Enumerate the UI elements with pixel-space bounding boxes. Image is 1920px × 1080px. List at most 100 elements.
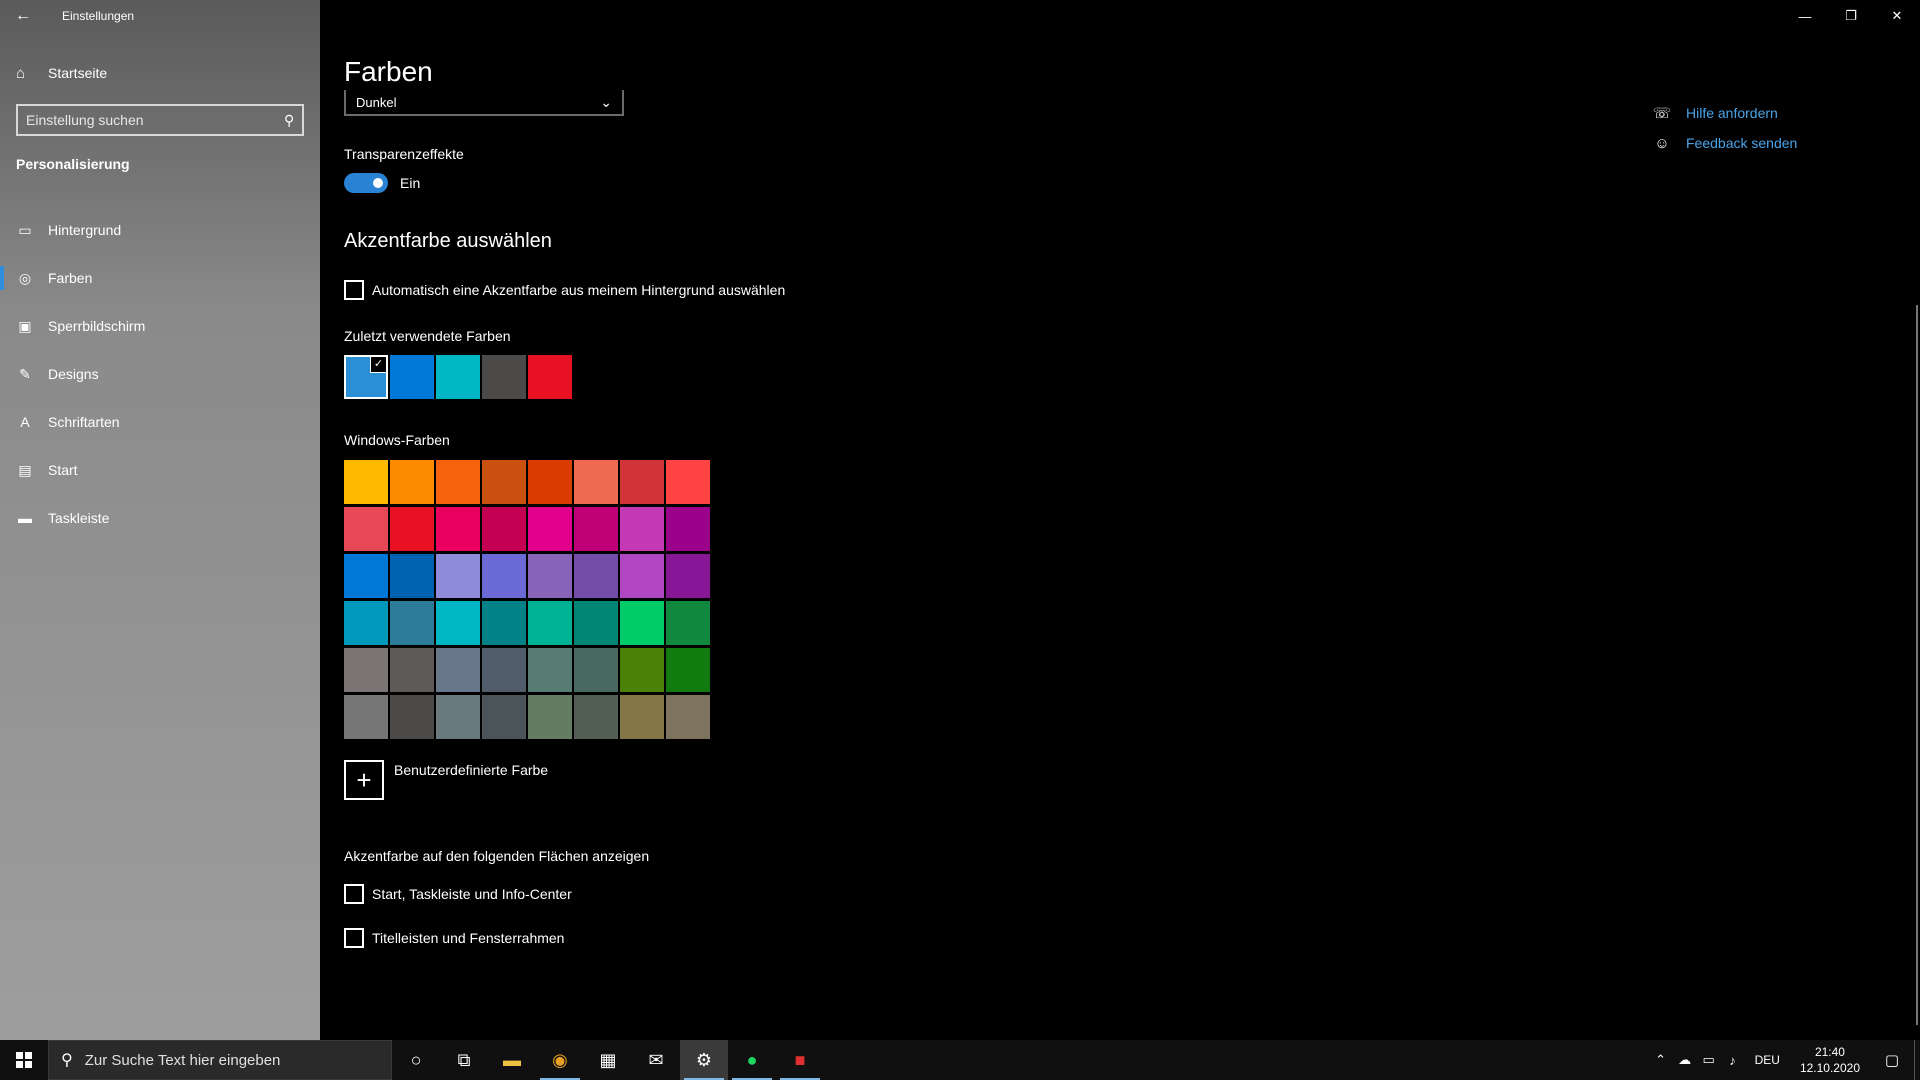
- taskbar-search-input[interactable]: [84, 1051, 365, 1069]
- windows-color-swatch[interactable]: [528, 554, 572, 598]
- search-icon[interactable]: ⚲: [284, 112, 294, 129]
- language-indicator[interactable]: DEU: [1755, 1053, 1780, 1067]
- windows-color-swatch[interactable]: [574, 648, 618, 692]
- windows-color-swatch[interactable]: [482, 460, 526, 504]
- windows-color-swatch[interactable]: [574, 507, 618, 551]
- windows-color-swatch[interactable]: [344, 695, 388, 739]
- windows-color-swatch[interactable]: [574, 460, 618, 504]
- action-center-button[interactable]: ▢: [1870, 1040, 1914, 1080]
- windows-color-swatch[interactable]: [436, 507, 480, 551]
- app-mode-dropdown[interactable]: Dunkel ⌄: [344, 90, 624, 116]
- volume-icon[interactable]: ♪: [1721, 1053, 1745, 1068]
- recent-color-swatch[interactable]: [528, 355, 572, 399]
- recent-color-swatch[interactable]: [390, 355, 434, 399]
- windows-color-swatch[interactable]: [620, 507, 664, 551]
- windows-color-swatch[interactable]: [344, 507, 388, 551]
- onedrive-cloud-icon[interactable]: ☁: [1673, 1052, 1697, 1068]
- windows-color-swatch[interactable]: [666, 601, 710, 645]
- windows-color-swatch[interactable]: [528, 648, 572, 692]
- windows-color-swatch[interactable]: [436, 695, 480, 739]
- windows-color-swatch[interactable]: [620, 601, 664, 645]
- task-view-button[interactable]: ⧉: [440, 1040, 488, 1080]
- windows-color-swatch[interactable]: [620, 648, 664, 692]
- recent-color-swatch[interactable]: [482, 355, 526, 399]
- windows-color-swatch[interactable]: [528, 460, 572, 504]
- auto-accent-checkbox[interactable]: [344, 280, 364, 300]
- chrome-button[interactable]: ◉: [536, 1040, 584, 1080]
- windows-color-swatch[interactable]: [620, 695, 664, 739]
- windows-color-swatch[interactable]: [528, 601, 572, 645]
- sidebar-item-hintergrund[interactable]: ▭ Hintergrund: [0, 206, 320, 254]
- windows-color-swatch[interactable]: [390, 648, 434, 692]
- windows-color-swatch[interactable]: [620, 460, 664, 504]
- minimize-button[interactable]: —: [1782, 0, 1828, 32]
- nav-home[interactable]: ⌂ Startseite: [0, 58, 320, 88]
- sidebar-item-taskleiste[interactable]: ▬ Taskleiste: [0, 494, 320, 542]
- windows-color-swatch[interactable]: [666, 507, 710, 551]
- recent-color-swatch[interactable]: [436, 355, 480, 399]
- windows-color-swatch[interactable]: [528, 695, 572, 739]
- surface-titlebar-row[interactable]: Titelleisten und Fensterrahmen: [344, 928, 564, 948]
- windows-color-swatch[interactable]: [436, 460, 480, 504]
- settings-search-box[interactable]: ⚲: [16, 104, 304, 136]
- windows-color-swatch[interactable]: [666, 695, 710, 739]
- windows-color-swatch[interactable]: [344, 648, 388, 692]
- sidebar-item-schriftarten[interactable]: A Schriftarten: [0, 398, 320, 446]
- chevron-up-icon[interactable]: ⌃: [1649, 1052, 1673, 1068]
- show-desktop-button[interactable]: [1914, 1040, 1920, 1080]
- restore-button[interactable]: ❐: [1828, 0, 1874, 32]
- windows-color-swatch[interactable]: [390, 554, 434, 598]
- spotify-button[interactable]: ●: [728, 1040, 776, 1080]
- windows-color-swatch[interactable]: [390, 695, 434, 739]
- file-explorer-button[interactable]: ▬: [488, 1040, 536, 1080]
- windows-color-swatch[interactable]: [482, 695, 526, 739]
- cortana-button[interactable]: ○: [392, 1040, 440, 1080]
- windows-color-swatch[interactable]: [666, 648, 710, 692]
- windows-color-swatch[interactable]: [482, 648, 526, 692]
- help-link[interactable]: ☏ Hilfe anfordern: [1652, 98, 1797, 128]
- recent-color-swatch[interactable]: ✓: [344, 355, 388, 399]
- windows-color-swatch[interactable]: [482, 507, 526, 551]
- auto-accent-row[interactable]: Automatisch eine Akzentfarbe aus meinem …: [344, 280, 785, 300]
- windows-color-swatch[interactable]: [436, 554, 480, 598]
- network-icon[interactable]: ▭: [1697, 1052, 1721, 1068]
- red-app-button[interactable]: ■: [776, 1040, 824, 1080]
- taskbar-search[interactable]: ⚲: [48, 1040, 392, 1080]
- mail-button[interactable]: ✉: [632, 1040, 680, 1080]
- windows-color-swatch[interactable]: [344, 554, 388, 598]
- back-button[interactable]: ←: [0, 0, 46, 32]
- clock[interactable]: 21:40 12.10.2020: [1800, 1044, 1860, 1076]
- scrollbar[interactable]: [1916, 305, 1918, 1025]
- sidebar-item-sperrbildschirm[interactable]: ▣ Sperrbildschirm: [0, 302, 320, 350]
- custom-color-button[interactable]: + Benutzerdefinierte Farbe: [344, 760, 548, 800]
- windows-color-swatch[interactable]: [574, 601, 618, 645]
- start-taskbar-checkbox[interactable]: [344, 884, 364, 904]
- windows-color-swatch[interactable]: [666, 460, 710, 504]
- windows-color-swatch[interactable]: [574, 554, 618, 598]
- windows-color-swatch[interactable]: [528, 507, 572, 551]
- sidebar-item-designs[interactable]: ✎ Designs: [0, 350, 320, 398]
- surface-start-row[interactable]: Start, Taskleiste und Info-Center: [344, 884, 572, 904]
- close-button[interactable]: ✕: [1874, 0, 1920, 32]
- windows-color-swatch[interactable]: [390, 507, 434, 551]
- titlebar-checkbox[interactable]: [344, 928, 364, 948]
- store-button[interactable]: ▦: [584, 1040, 632, 1080]
- help-link-label[interactable]: Hilfe anfordern: [1686, 105, 1778, 121]
- start-button[interactable]: [0, 1040, 48, 1080]
- windows-color-swatch[interactable]: [390, 460, 434, 504]
- transparency-toggle[interactable]: [344, 173, 388, 193]
- feedback-link-label[interactable]: Feedback senden: [1686, 135, 1797, 151]
- windows-color-swatch[interactable]: [666, 554, 710, 598]
- settings-search-input[interactable]: [26, 112, 284, 128]
- windows-color-swatch[interactable]: [482, 601, 526, 645]
- windows-color-swatch[interactable]: [436, 648, 480, 692]
- windows-color-swatch[interactable]: [436, 601, 480, 645]
- feedback-link[interactable]: ☺ Feedback senden: [1652, 128, 1797, 158]
- windows-color-swatch[interactable]: [344, 460, 388, 504]
- sidebar-item-start[interactable]: ▤ Start: [0, 446, 320, 494]
- windows-color-swatch[interactable]: [390, 601, 434, 645]
- windows-color-swatch[interactable]: [574, 695, 618, 739]
- windows-color-swatch[interactable]: [482, 554, 526, 598]
- settings-taskbar-button[interactable]: ⚙: [680, 1040, 728, 1080]
- sidebar-item-farben[interactable]: ◎ Farben: [0, 254, 320, 302]
